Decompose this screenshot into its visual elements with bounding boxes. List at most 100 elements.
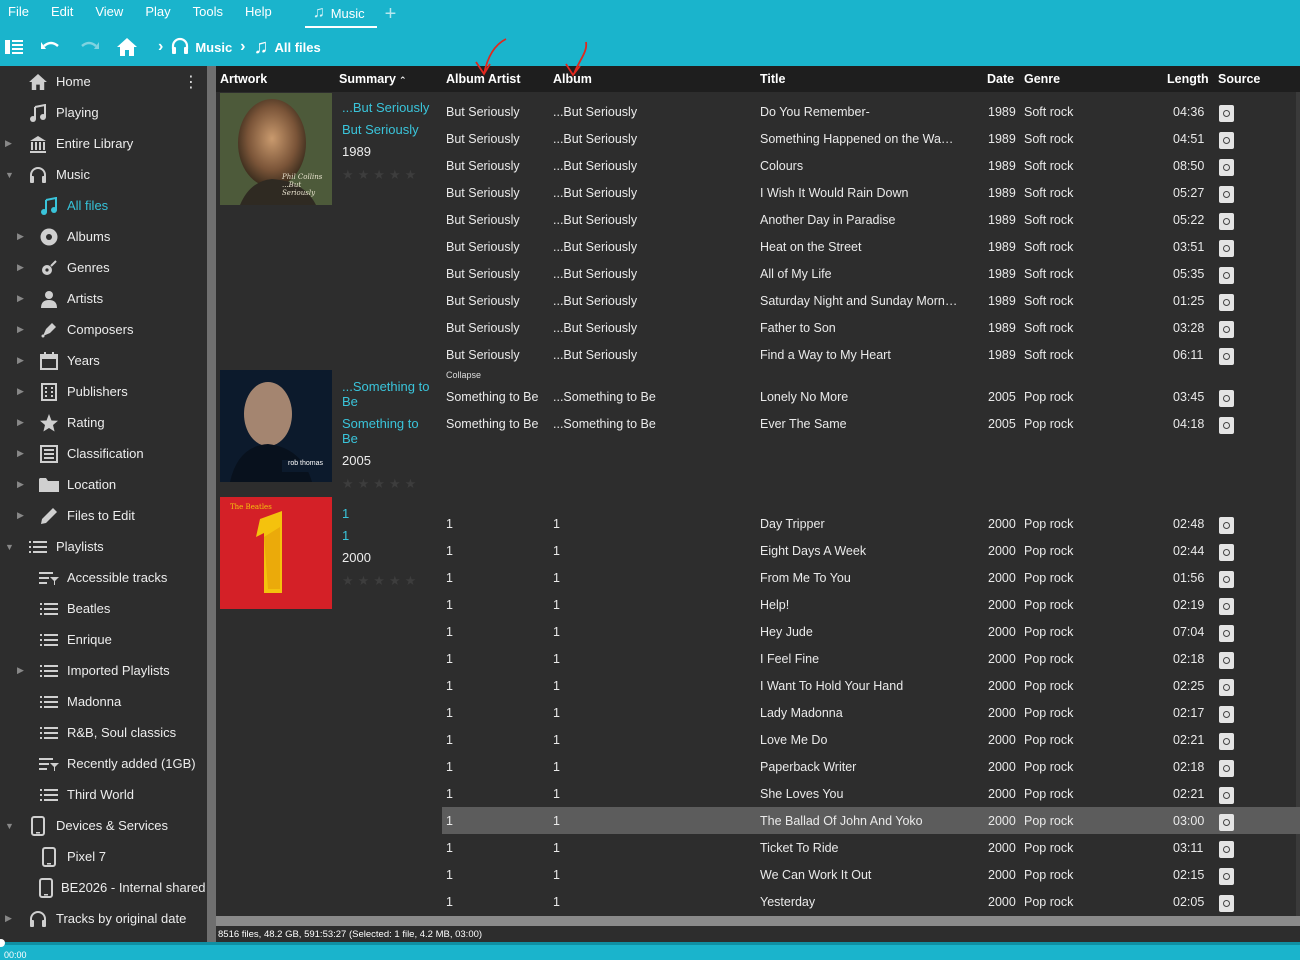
sidebar-toggle-icon[interactable]: [0, 28, 28, 66]
chevron-right-icon[interactable]: ▶: [17, 479, 27, 490]
home-icon[interactable]: [104, 28, 150, 66]
sidebar-item-pixel-7[interactable]: Pixel 7: [0, 841, 207, 872]
table-row[interactable]: 1 1 Love Me Do 2000 Pop rock 02:21: [442, 726, 1300, 753]
chevron-right-icon[interactable]: ▶: [17, 355, 27, 366]
table-row[interactable]: 1 1 I Feel Fine 2000 Pop rock 02:18: [442, 645, 1300, 672]
sidebar-item-artists[interactable]: ▶ Artists: [0, 283, 207, 314]
table-row[interactable]: Something to Be ...Something to Be Lonely …: [442, 383, 1300, 410]
collapse-link[interactable]: Collapse: [446, 370, 481, 380]
col-album-artist[interactable]: Album Artist: [446, 72, 521, 86]
sidebar-item-location[interactable]: ▶ Location: [0, 469, 207, 500]
redo-icon[interactable]: [74, 28, 104, 66]
table-row[interactable]: 1 1 Yesterday 2000 Pop rock 02:05: [442, 888, 1300, 915]
chevron-right-icon[interactable]: ▶: [17, 262, 27, 273]
col-source[interactable]: Source: [1218, 72, 1260, 86]
sidebar-item-third-world[interactable]: Third World: [0, 779, 207, 810]
table-row[interactable]: But Seriously ...But Seriously Find a Way …: [442, 341, 1300, 368]
sidebar-item-r-b-soul-classics[interactable]: R&B, Soul classics: [0, 717, 207, 748]
sidebar-item-composers[interactable]: ▶ Composers: [0, 314, 207, 345]
table-row[interactable]: 1 1 Eight Days A Week 2000 Pop rock 02:44: [442, 537, 1300, 564]
seek-handle[interactable]: [0, 939, 5, 947]
summary-artist-link[interactable]: But Seriously: [342, 122, 434, 137]
chevron-right-icon[interactable]: ▶: [17, 324, 27, 335]
chevron-down-icon[interactable]: ▼: [5, 821, 15, 831]
table-row[interactable]: But Seriously ...But Seriously Saturday Ni…: [442, 287, 1300, 314]
table-row[interactable]: 1 1 From Me To You 2000 Pop rock 01:56: [442, 564, 1300, 591]
col-length[interactable]: Length: [1167, 72, 1209, 86]
chevron-right-icon[interactable]: ▶: [17, 293, 27, 304]
breadcrumb-all-files[interactable]: ♫ All files: [254, 36, 321, 59]
sidebar-scrollbar[interactable]: [207, 66, 216, 942]
sidebar-item-classification[interactable]: ▶ Classification: [0, 438, 207, 469]
sidebar-item-recently-added-1gb[interactable]: Recently added (1GB): [0, 748, 207, 779]
sidebar-item-tracks-by-original-date[interactable]: ▶ Tracks by original date: [0, 903, 207, 934]
table-row[interactable]: But Seriously ...But Seriously Father to S…: [442, 314, 1300, 341]
sidebar-item-beatles[interactable]: Beatles: [0, 593, 207, 624]
col-title[interactable]: Title: [760, 72, 785, 86]
col-date[interactable]: Date: [987, 72, 1014, 86]
sidebar-item-home[interactable]: Home: [0, 66, 207, 97]
sidebar-item-publishers[interactable]: ▶ Publishers: [0, 376, 207, 407]
summary-artist-link[interactable]: 1: [342, 528, 434, 543]
horizontal-scrollbar[interactable]: [216, 916, 1300, 926]
sidebar-item-music[interactable]: ▼ Music: [0, 159, 207, 190]
table-row[interactable]: But Seriously ...But Seriously Do You Reme…: [442, 98, 1300, 125]
table-row[interactable]: But Seriously ...But Seriously I Wish It W…: [442, 179, 1300, 206]
chevron-right-icon[interactable]: ▶: [17, 665, 27, 676]
col-summary[interactable]: Summary ⌃: [339, 72, 407, 86]
sidebar-item-rating[interactable]: ▶ Rating: [0, 407, 207, 438]
sidebar-item-all-files[interactable]: All files: [0, 190, 207, 221]
chevron-right-icon[interactable]: ▶: [5, 138, 15, 149]
chevron-right-icon[interactable]: ▶: [17, 386, 27, 397]
sidebar-item-playlists[interactable]: ▼ Playlists: [0, 531, 207, 562]
chevron-right-icon[interactable]: ▶: [17, 231, 27, 242]
sidebar-item-devices-services[interactable]: ▼ Devices & Services: [0, 810, 207, 841]
sidebar-item-files-to-edit[interactable]: ▶ Files to Edit: [0, 500, 207, 531]
table-row[interactable]: 1 1 Day Tripper 2000 Pop rock 02:48: [442, 510, 1300, 537]
sidebar-item-enrique[interactable]: Enrique: [0, 624, 207, 655]
summary-album-link[interactable]: 1: [342, 506, 434, 521]
table-row[interactable]: 1 1 Paperback Writer 2000 Pop rock 02:18: [442, 753, 1300, 780]
menu-play[interactable]: Play: [134, 0, 181, 28]
chevron-right-icon[interactable]: ▶: [17, 510, 27, 521]
sidebar-item-entire-library[interactable]: ▶ Entire Library: [0, 128, 207, 159]
summary-artist-link[interactable]: Something to Be: [342, 416, 434, 446]
summary-album-link[interactable]: ...But Seriously: [342, 100, 434, 115]
sidebar-item-albums[interactable]: ▶ Albums: [0, 221, 207, 252]
summary-album-link[interactable]: ...Something to Be: [342, 379, 434, 409]
menu-edit[interactable]: Edit: [40, 0, 84, 28]
sidebar-item-be2026-internal-shared-storage[interactable]: BE2026 - Internal shared storage: [0, 872, 207, 903]
table-row[interactable]: But Seriously ...But Seriously All of My L…: [442, 260, 1300, 287]
table-row[interactable]: 1 1 The Ballad Of John And Yoko 2000 Pop roc…: [442, 807, 1300, 834]
table-row[interactable]: 1 1 I Want To Hold Your Hand 2000 Pop rock 02…: [442, 672, 1300, 699]
sidebar-item-years[interactable]: ▶ Years: [0, 345, 207, 376]
menu-help[interactable]: Help: [234, 0, 283, 28]
table-row[interactable]: 1 1 Hey Jude 2000 Pop rock 07:04: [442, 618, 1300, 645]
table-row[interactable]: But Seriously ...But Seriously Colours 1989…: [442, 152, 1300, 179]
rating-stars[interactable]: ★★★★★: [342, 573, 434, 588]
chevron-right-icon[interactable]: ▶: [5, 913, 15, 924]
breadcrumb-music[interactable]: Music: [171, 37, 232, 58]
table-row[interactable]: But Seriously ...But Seriously Something H…: [442, 125, 1300, 152]
chevron-down-icon[interactable]: ▼: [5, 170, 15, 180]
menu-tools[interactable]: Tools: [182, 0, 234, 28]
album-artwork[interactable]: [220, 497, 332, 609]
table-row[interactable]: But Seriously ...But Seriously Another Day…: [442, 206, 1300, 233]
seek-bar[interactable]: [0, 942, 1300, 945]
undo-icon[interactable]: [28, 28, 74, 66]
col-genre[interactable]: Genre: [1024, 72, 1060, 86]
sidebar-item-genres[interactable]: ▶ Genres: [0, 252, 207, 283]
rating-stars[interactable]: ★★★★★: [342, 167, 434, 182]
tab-music[interactable]: ♫ Music: [304, 0, 377, 28]
new-tab-button[interactable]: +: [385, 4, 397, 24]
chevron-down-icon[interactable]: ▼: [5, 542, 15, 552]
table-row[interactable]: 1 1 We Can Work It Out 2000 Pop rock 02:15: [442, 861, 1300, 888]
menu-view[interactable]: View: [84, 0, 134, 28]
table-row[interactable]: Something to Be ...Something to Be Ever Th…: [442, 410, 1300, 437]
col-artwork[interactable]: Artwork: [220, 72, 267, 86]
table-row[interactable]: 1 1 Help! 2000 Pop rock 02:19: [442, 591, 1300, 618]
table-row[interactable]: 1 1 Ticket To Ride 2000 Pop rock 03:11: [442, 834, 1300, 861]
chevron-right-icon[interactable]: ▶: [17, 448, 27, 459]
sidebar-item-accessible-tracks[interactable]: Accessible tracks: [0, 562, 207, 593]
table-row[interactable]: 1 1 She Loves You 2000 Pop rock 02:21: [442, 780, 1300, 807]
